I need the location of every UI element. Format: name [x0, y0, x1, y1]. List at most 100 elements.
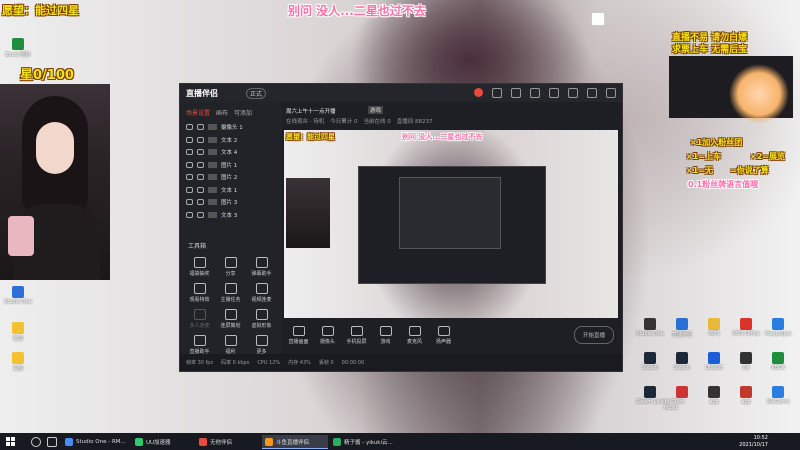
taskbar-clock[interactable]: 10:52 2021/10/17	[739, 435, 768, 449]
room-tag[interactable]: 游戏	[368, 106, 384, 114]
tool-button[interactable]: 更多	[246, 335, 277, 355]
tool-button[interactable]: 福利	[215, 335, 246, 355]
eye-icon[interactable]	[186, 136, 193, 143]
user-avatar[interactable]	[474, 88, 483, 97]
desktop-icon[interactable]: Studio One	[632, 318, 668, 337]
desktop-icon[interactable]: XBOX	[760, 352, 796, 371]
speaker-button[interactable]: 扬声器	[429, 325, 458, 345]
search-icon[interactable]	[28, 435, 44, 448]
eye-icon[interactable]	[186, 199, 193, 206]
desktop-icon[interactable]: Steam	[664, 352, 700, 371]
mic-button[interactable]: 麦克风	[400, 325, 429, 345]
eye-icon[interactable]	[186, 174, 193, 181]
desktop-icon[interactable]: XiaoJueJue	[760, 318, 796, 337]
source-item[interactable]: 摄像头 1	[180, 121, 282, 134]
desktop-icon[interactable]: Ubisoft	[696, 352, 732, 371]
help-icon[interactable]	[530, 88, 540, 98]
windows-start-icon[interactable]	[6, 437, 15, 446]
desktop-icon[interactable]: 直播伴侣	[664, 318, 700, 338]
speaker-icon	[437, 325, 450, 336]
lock-icon[interactable]	[197, 174, 204, 181]
message-icon[interactable]	[492, 88, 502, 98]
tool-icon	[255, 309, 268, 320]
game-button[interactable]: 游戏	[371, 325, 400, 345]
lock-icon[interactable]	[197, 136, 204, 143]
eye-icon[interactable]	[186, 124, 193, 131]
desktop-icon[interactable]: WeGame	[760, 386, 796, 405]
task-view-icon[interactable]	[44, 435, 60, 448]
taskbar-app[interactable]: UU加速器	[132, 435, 194, 448]
desktop-icon[interactable]: YouTube Music	[664, 386, 700, 411]
source-item[interactable]: 文本 2	[180, 134, 282, 147]
tool-button[interactable]: 弹幕助手	[246, 257, 277, 277]
eye-icon[interactable]	[186, 149, 193, 156]
room-stat: 直播间 88237	[396, 119, 433, 125]
lock-icon[interactable]	[197, 199, 204, 206]
tab-canvas[interactable]: 画布	[216, 108, 228, 117]
taskbar-app-active[interactable]: 斗鱼直播伴侣	[262, 435, 328, 449]
app-logo: 直播伴侣	[186, 89, 218, 98]
lock-icon[interactable]	[197, 211, 204, 218]
tool-button[interactable]: 直播助手	[184, 335, 215, 355]
lock-icon[interactable]	[197, 186, 204, 193]
tool-icon	[224, 309, 237, 320]
source-item[interactable]: 文本 1	[180, 184, 282, 197]
lock-icon[interactable]	[197, 161, 204, 168]
lock-icon[interactable]	[197, 149, 204, 156]
desktop-icon[interactable]: 资源	[0, 352, 36, 372]
rule-text: 0.1粉丝牌语言值哦	[688, 180, 759, 189]
start-live-button[interactable]: 开始直播	[573, 326, 614, 344]
status-text: 内存 43%	[288, 360, 311, 366]
taskbar-app[interactable]: 无他伴侣	[196, 435, 258, 448]
tool-button[interactable]: 主播任务	[215, 283, 246, 303]
stream-preview[interactable]: 愿望：能过四星 别问 没人...二星也过不去	[284, 130, 618, 318]
rule-text: =你说了算	[730, 166, 769, 175]
rule-text: ×1=上车	[686, 152, 721, 161]
desktop-icon[interactable]: Steam Live	[632, 386, 668, 405]
eye-icon[interactable]	[186, 211, 193, 218]
desktop-icon[interactable]: app	[696, 386, 732, 405]
room-title[interactable]: 周六上午十一点开播	[286, 107, 336, 115]
tool-button[interactable]: 分享	[215, 257, 246, 277]
source-item[interactable]: 图片 2	[180, 171, 282, 184]
screen-capture-button[interactable]: 直播画面	[284, 325, 313, 345]
phone-cast-button[interactable]: 手机投屏	[342, 325, 371, 345]
desktop-icon[interactable]: Studio One	[0, 286, 36, 305]
settings-icon[interactable]	[511, 88, 521, 98]
eye-icon[interactable]	[186, 186, 193, 193]
minimize-icon[interactable]	[568, 88, 578, 98]
lock-icon[interactable]	[197, 124, 204, 131]
tool-icon	[193, 283, 206, 294]
tool-button[interactable]: 福袋抽奖	[184, 257, 215, 277]
tab-scene[interactable]: 场景设置	[186, 108, 210, 117]
close-icon[interactable]	[606, 88, 616, 98]
taskbar-app[interactable]: 精子酱 - yikuki云...	[330, 435, 396, 448]
eye-icon[interactable]	[186, 161, 193, 168]
tool-button[interactable]: 观看特效	[184, 283, 215, 303]
capture-toolbar: 直播画面 摄像头 手机投屏 游戏 麦克风 扬声器 开始直播	[284, 320, 620, 350]
tool-button[interactable]: 虚拟形象	[246, 309, 277, 329]
room-stat: 当前在线 0	[363, 119, 391, 125]
desktop-icon[interactable]: ew	[728, 352, 764, 371]
desktop-icon[interactable]: 资源	[0, 322, 36, 342]
tool-button[interactable]: 视频连麦	[246, 283, 277, 303]
taskbar-app[interactable]: Studio One - RM...	[62, 435, 130, 448]
desktop-icon[interactable]: WPS Office	[728, 318, 764, 337]
desktop-icon[interactable]: app	[728, 386, 764, 405]
source-item[interactable]: 文本 3	[180, 209, 282, 222]
maximize-icon[interactable]	[587, 88, 597, 98]
source-item[interactable]: 图片 3	[180, 196, 282, 209]
tab-add[interactable]: 可添加	[234, 108, 252, 117]
desktop-icon[interactable]: Steam	[632, 352, 668, 371]
rule-text: ×2=展览	[750, 152, 785, 161]
source-item[interactable]: 图片 1	[180, 159, 282, 172]
source-item[interactable]: 文本 4	[180, 146, 282, 159]
desktop-icon[interactable]: WPS	[696, 318, 732, 337]
menu-icon[interactable]	[549, 88, 559, 98]
desktop-icon[interactable]: Excel 图标	[0, 38, 36, 58]
version-badge[interactable]: 正式	[246, 88, 267, 99]
tool-button[interactable]: 多人连麦	[184, 309, 215, 329]
tool-button[interactable]: 连屏策划	[215, 309, 246, 329]
camera-button[interactable]: 摄像头	[313, 325, 342, 345]
desktop-icon-cat[interactable]	[580, 12, 616, 27]
